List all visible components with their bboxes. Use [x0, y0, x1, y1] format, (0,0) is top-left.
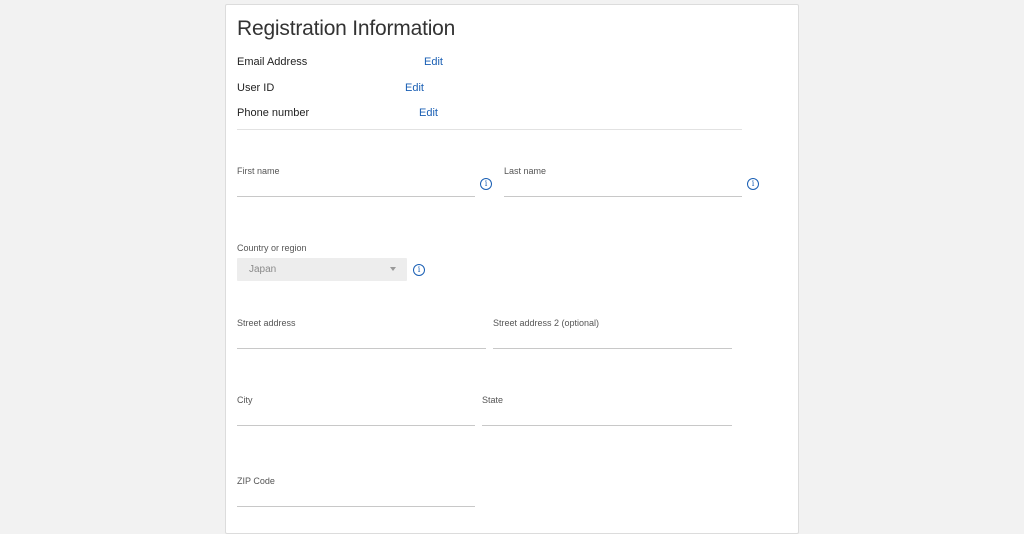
zip-code-label: ZIP Code [237, 476, 275, 486]
email-address-label: Email Address [237, 56, 308, 68]
edit-user-id-link[interactable]: Edit [405, 82, 424, 94]
phone-number-label: Phone number [237, 107, 310, 119]
street-address-2-label: Street address 2 (optional) [493, 318, 600, 328]
first-name-info-icon[interactable]: i [480, 178, 492, 190]
page-title: Registration Information [237, 17, 456, 40]
registration-card: Registration Information Email Address E… [225, 4, 799, 534]
city-label: City [237, 395, 253, 405]
zip-code-input[interactable] [237, 489, 475, 507]
last-name-label: Last name [504, 166, 547, 176]
street-address-label: Street address [237, 318, 296, 328]
country-select[interactable]: Japan [237, 258, 407, 281]
street-address-2-input[interactable] [493, 331, 732, 349]
first-name-input[interactable] [237, 179, 475, 197]
state-input[interactable] [482, 408, 732, 426]
first-name-label: First name [237, 166, 280, 176]
edit-email-link[interactable]: Edit [424, 56, 443, 68]
last-name-info-icon[interactable]: i [747, 178, 759, 190]
city-input[interactable] [237, 408, 475, 426]
state-label: State [482, 395, 504, 405]
user-id-label: User ID [237, 82, 275, 94]
country-selected-value: Japan [249, 264, 277, 275]
chevron-down-icon [390, 267, 396, 271]
last-name-input[interactable] [504, 179, 742, 197]
section-divider [237, 129, 742, 130]
street-address-input[interactable] [237, 331, 486, 349]
country-label: Country or region [237, 243, 307, 253]
edit-phone-link[interactable]: Edit [419, 107, 438, 119]
country-info-icon[interactable]: i [413, 264, 425, 276]
